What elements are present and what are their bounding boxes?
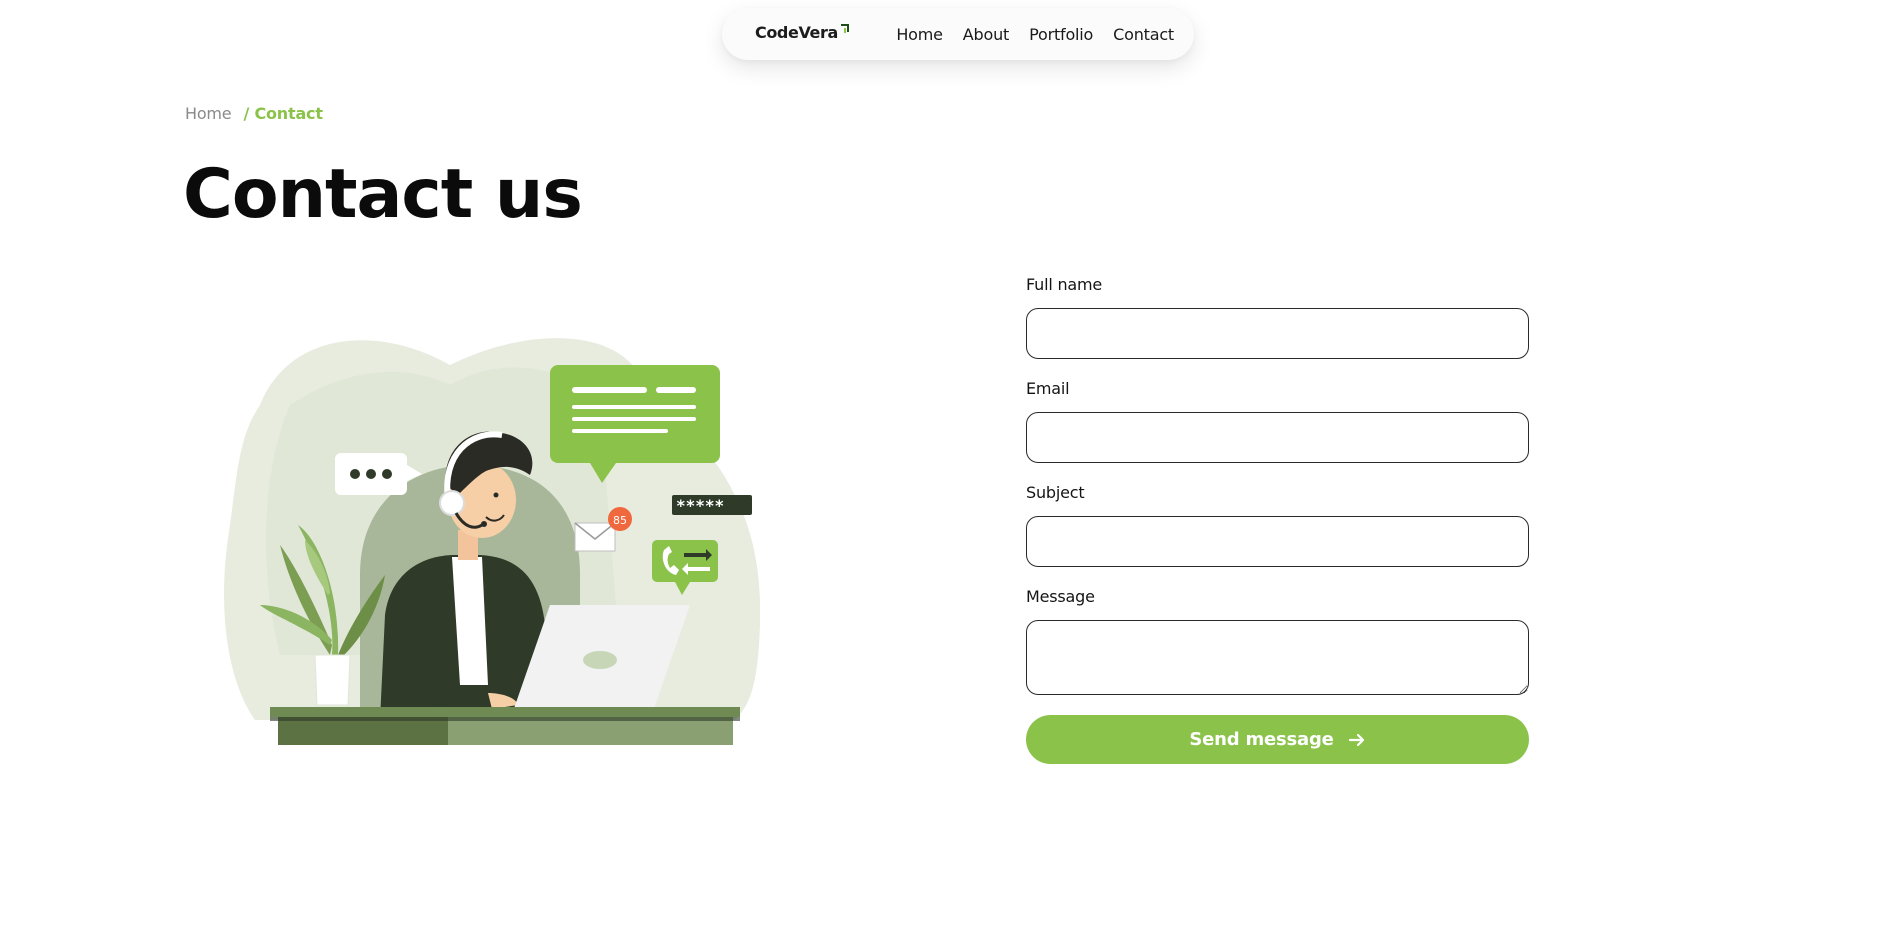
email-field[interactable] <box>1026 412 1529 463</box>
arrow-right-icon <box>1348 733 1364 746</box>
full-name-field[interactable] <box>1026 308 1529 359</box>
desk <box>270 707 740 745</box>
message-field[interactable] <box>1026 620 1529 695</box>
mail-badge-count: 85 <box>613 514 627 527</box>
logo[interactable]: CodeVera <box>755 22 851 46</box>
nav-link-contact[interactable]: Contact <box>1113 25 1174 44</box>
password-mask: ***** <box>676 496 724 515</box>
logo-mark-icon <box>840 24 849 33</box>
full-name-label: Full name <box>1026 275 1103 294</box>
top-navbar: CodeVera Home About Portfolio Contact <box>722 8 1194 60</box>
page-title: Contact us <box>183 155 583 234</box>
customer-support-illustration: ***** 85 <box>224 338 760 745</box>
breadcrumb-home[interactable]: Home <box>185 104 232 123</box>
nav-links: Home About Portfolio Contact <box>896 8 1174 60</box>
contact-form: Full name Email Subject Message Send mes… <box>1026 274 1529 764</box>
password-field-icon: ***** <box>672 495 752 515</box>
breadcrumb-current: / Contact <box>243 104 323 123</box>
subject-field[interactable] <box>1026 516 1529 567</box>
nav-link-home[interactable]: Home <box>896 25 943 44</box>
email-label: Email <box>1026 379 1070 398</box>
logo-text: CodeVera <box>755 23 838 42</box>
send-message-button[interactable]: Send message <box>1026 715 1529 764</box>
send-message-label: Send message <box>1189 729 1334 750</box>
breadcrumb: Home / Contact <box>185 104 323 123</box>
nav-link-about[interactable]: About <box>963 25 1010 44</box>
nav-link-portfolio[interactable]: Portfolio <box>1029 25 1093 44</box>
subject-label: Subject <box>1026 483 1085 502</box>
message-label: Message <box>1026 587 1095 606</box>
